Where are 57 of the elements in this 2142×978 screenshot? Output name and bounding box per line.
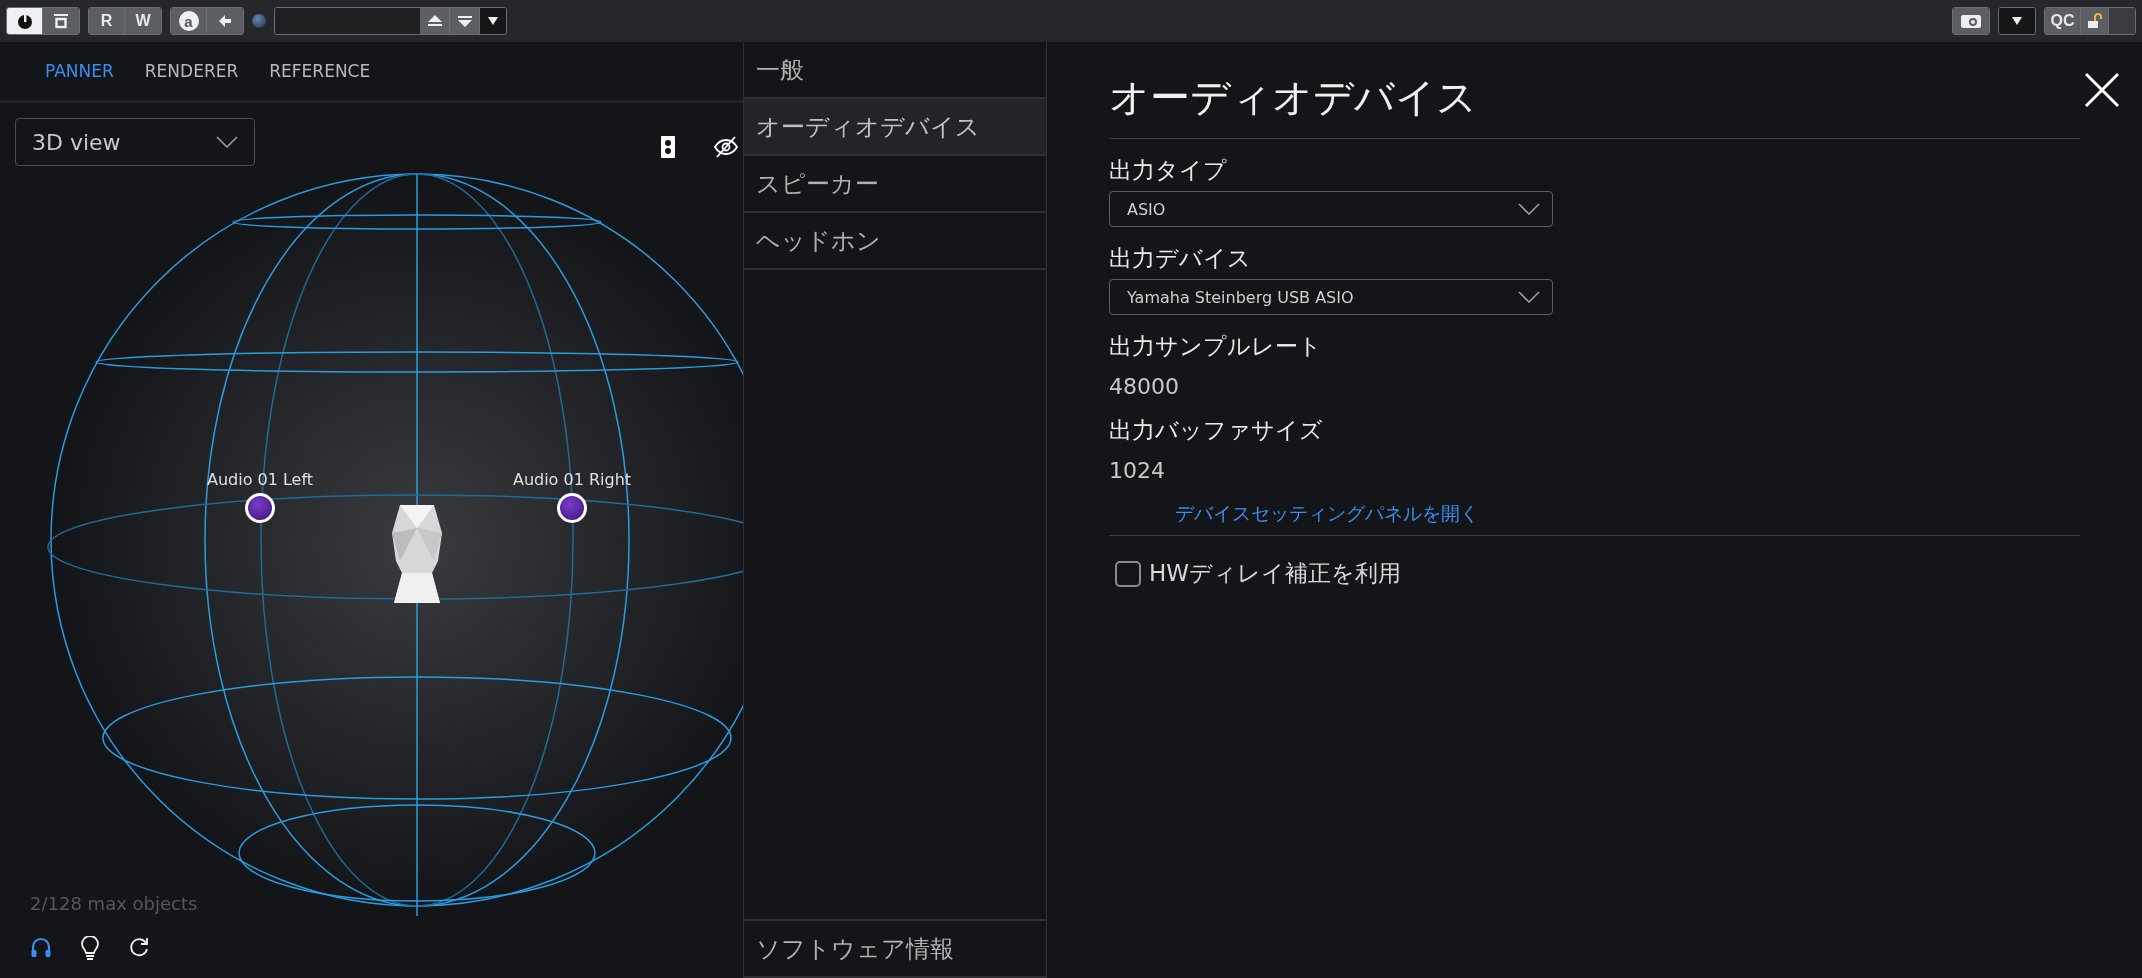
- panner-tab[interactable]: RENDERER: [144, 57, 239, 85]
- previous-button[interactable]: [420, 8, 450, 34]
- preset-field[interactable]: [275, 8, 420, 34]
- audio-object-marker[interactable]: [557, 493, 587, 523]
- panner-tab[interactable]: REFERENCE: [269, 57, 371, 85]
- camera-icon: [1960, 13, 1982, 29]
- visibility-button[interactable]: [713, 135, 739, 159]
- select-field[interactable]: ASIO: [1109, 191, 1553, 227]
- chevron-down-icon: [1518, 203, 1540, 215]
- chevron-down-icon: [1518, 291, 1540, 303]
- snapshot-button[interactable]: [1953, 8, 1989, 34]
- field-label: 出力サンプルレート: [1109, 332, 1323, 361]
- caret-icon: [2012, 17, 2022, 25]
- power-button[interactable]: [7, 8, 43, 34]
- next-button[interactable]: [450, 8, 480, 34]
- automation-button[interactable]: a: [171, 8, 207, 34]
- dropdown-button[interactable]: [1999, 8, 2035, 34]
- panner-tool-button[interactable]: [80, 936, 100, 960]
- down-arrow-icon: [456, 14, 473, 28]
- field-label: 出力バッファサイズ: [1109, 416, 1324, 445]
- lightbulb-icon: [80, 936, 100, 960]
- field-value: 1024: [1109, 458, 1166, 483]
- hidden-eye-icon: [713, 135, 739, 159]
- power-icon: [15, 12, 34, 30]
- settings-nav-item[interactable]: オーディオデバイス: [744, 99, 1046, 156]
- up-arrow-icon: [426, 14, 443, 28]
- monitor-button[interactable]: [43, 8, 79, 34]
- settings-title: オーディオデバイス: [1109, 72, 1478, 122]
- lock-button[interactable]: [2081, 8, 2109, 34]
- back-button[interactable]: [207, 8, 243, 34]
- view-select[interactable]: 3D view: [15, 118, 255, 166]
- caret-icon: [488, 17, 498, 25]
- monitor-icon: [52, 12, 70, 30]
- object-count: 2/128 max objects: [30, 893, 198, 914]
- checkbox[interactable]: [1115, 560, 1141, 587]
- status-orb-icon: [252, 14, 266, 28]
- close-button[interactable]: [2084, 72, 2120, 108]
- speaker-icon: [661, 136, 675, 158]
- checkbox-label: HWディレイ補正を利用: [1149, 559, 1402, 588]
- preset-dropdown-button[interactable]: [480, 8, 506, 34]
- qc-button[interactable]: QC: [2045, 8, 2081, 34]
- field-value: 48000: [1109, 374, 1180, 399]
- left-arrow-icon: [218, 14, 232, 28]
- field-label: 出力タイプ: [1109, 156, 1228, 185]
- automation-mode-button[interactable]: W: [125, 8, 161, 34]
- automation-mode-button[interactable]: R: [89, 8, 125, 34]
- speaker-button[interactable]: [661, 136, 675, 158]
- select-field[interactable]: Yamaha Steinberg USB ASIO: [1109, 279, 1553, 315]
- field-label: 出力デバイス: [1109, 244, 1252, 273]
- close-icon: [2084, 72, 2120, 108]
- unlocked-padlock-icon: [2086, 13, 2103, 29]
- device-settings-link[interactable]: デバイスセッティングパネルを開く: [1175, 501, 1479, 527]
- refresh-icon: [128, 936, 150, 958]
- chevron-down-icon: [216, 136, 238, 148]
- panner-tab[interactable]: PANNER: [45, 57, 114, 85]
- headphones-icon: [30, 936, 52, 958]
- audio-object-marker[interactable]: [245, 493, 275, 523]
